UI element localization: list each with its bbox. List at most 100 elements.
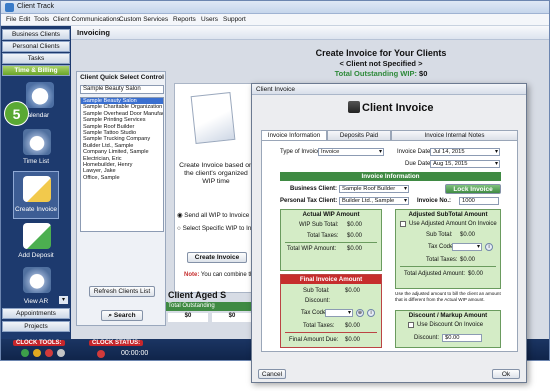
wip-divider [285,242,377,243]
step-number-badge: 5 [4,101,29,126]
due-date-field[interactable]: Aug 15, 2015 [430,160,500,168]
nav-tab-appointments[interactable]: Appointments [2,308,70,319]
adjusted-taxcode-select[interactable] [452,243,482,251]
clock-reset-icon[interactable] [57,349,65,357]
dialog-title-bar: Client Invoice [252,84,526,95]
use-adjusted-checkbox[interactable] [400,221,406,227]
discount-label: Discount: [414,335,440,341]
cancel-button[interactable]: Cancel [258,369,286,379]
client-search-input[interactable]: Sample Beauty Salon [80,85,164,94]
due-date-label: Due Date: [405,161,433,167]
create-invoice-button[interactable]: Create Invoice [187,252,247,263]
personal-tax-client-label: Personal Tax Client: [280,198,338,204]
invoice-date-field[interactable]: Jul 14, 2015 [430,148,500,156]
menu-client-communications[interactable]: Client Communications [53,16,120,23]
main-heading: Create Invoice for Your Clients [315,48,447,58]
adjusted-taxcode-info-icon[interactable]: i [485,243,493,251]
menu-file[interactable]: File [6,16,16,23]
menu-edit[interactable]: Edit [19,16,30,23]
menu-reports[interactable]: Reports [173,16,196,23]
option-send-all-wip[interactable]: ◉ Send all WIP to Invoice [177,212,249,219]
refresh-clients-button[interactable]: Refresh Clients List [89,286,155,297]
adjusted-taxcode-label: Tax Code: [428,244,456,250]
add-deposit-icon[interactable] [23,223,51,249]
time-list-clock-icon[interactable] [23,129,51,155]
menu-bar: File Edit Tools Client Communications Cu… [1,14,549,26]
client-quick-select-panel: Client Quick Select Control Sample Beaut… [76,71,166,326]
menu-support[interactable]: Support [223,16,246,23]
final-taxes-label: Total Taxes: [303,323,335,329]
nav-tab-tasks[interactable]: Tasks [2,53,70,64]
client-invoice-dialog: Client Invoice Client Invoice Invoice In… [251,83,527,383]
clock-start-icon[interactable] [21,349,29,357]
client-not-specified: < Client not Specified > [339,59,423,68]
use-discount-label: Use Discount On Invoice [417,322,484,328]
search-button[interactable]: ⌕ Search [101,310,143,321]
calendar-clock-icon[interactable] [26,82,54,108]
client-list[interactable]: Sample Beauty Salon Sample Charitable Or… [80,97,164,232]
business-client-label: Business Client: [290,186,338,192]
view-ar-icon[interactable] [23,267,51,293]
final-taxcode-link-icon[interactable]: ⊕ [356,309,364,317]
type-of-invoice-label: Type of Invoice: [280,149,323,155]
discount-title: Discount / Markup Amount [408,312,488,319]
use-adjusted-label: Use Adjusted Amount On Invoice [409,221,497,227]
menu-users[interactable]: Users [201,16,218,23]
final-subtotal-label: Sub Total: [303,288,330,294]
wip-total-value: $0.00 [347,246,363,252]
invoice-document-icon [190,92,236,144]
list-item[interactable]: Sample Charitable Organization [81,104,163,110]
option-send-all-wip-label: Send all WIP to Invoice [184,212,250,219]
nav-tab-personal-clients[interactable]: Personal Clients [2,41,70,52]
note-label: Note: [184,272,200,278]
nav-item-time-list[interactable]: Time List [1,158,71,165]
wip-taxes-value: $0.00 [347,233,363,239]
wip-taxes-label: Total Taxes: [307,233,339,239]
adjusted-title: Adjusted SubTotal Amount [408,211,488,218]
clock-pause-icon[interactable] [33,349,41,357]
lock-invoice-button[interactable]: Lock Invoice [445,184,501,194]
business-client-select[interactable]: Sample Roof Builder [339,185,409,193]
view-ar-dropdown-icon[interactable]: ▾ [59,296,68,304]
adjusted-subtotal-value: $0.00 [460,232,476,238]
clock-stop-icon[interactable] [45,349,53,357]
aged-value-2: $0 [212,313,252,322]
invoice-information-bar: Invoice Information [280,172,501,181]
app-icon [5,3,14,12]
menu-custom-services[interactable]: Custom Services [119,16,168,23]
outstanding-wip-value: $0 [419,69,428,78]
ok-button[interactable]: Ok [492,369,520,379]
adjusted-total-label: Total Adjusted Amount: [404,271,466,277]
list-item[interactable]: Office, Sample [81,175,163,181]
create-invoice-icon[interactable] [23,176,51,202]
type-of-invoice-select[interactable]: Invoice [318,148,384,156]
nav-item-add-deposit[interactable]: Add Deposit [1,252,71,259]
dialog-heading: Client Invoice [362,102,434,114]
menu-tools[interactable]: Tools [34,16,49,23]
nav-tab-projects[interactable]: Projects [2,321,70,332]
quick-select-title: Client Quick Select Control [80,74,164,81]
discount-field[interactable]: $0.00 [442,334,482,342]
final-due-label: Final Amount Due: [289,337,339,343]
outstanding-wip-row: Total Outstanding WIP: $0 [271,69,491,78]
page-title: Invoicing [77,28,110,37]
total-outstanding-header: Total Outstanding [166,302,252,311]
adjusted-subtotal-label: Sub Total: [426,232,453,238]
actual-wip-panel: Actual WIP Amount WIP Sub Total: $0.00 T… [280,209,382,271]
final-taxcode-info-icon[interactable]: i [367,309,375,317]
adjusted-note: Use the adjusted amount to bill the clie… [395,291,501,302]
clock-tools-label: CLOCK TOOLS: [13,340,65,346]
adjusted-taxes-label: Total Taxes: [426,257,458,263]
aged-title: Client Aged S [168,290,227,300]
invoice-number-field[interactable]: 1000 [459,197,499,205]
clock-status-label: CLOCK STATUS: [89,340,144,346]
nav-tab-business-clients[interactable]: Business Clients [2,29,70,40]
final-taxcode-select[interactable] [325,309,353,317]
nav-tab-time-billing[interactable]: Time & Billing [2,65,70,76]
final-divider [285,332,377,333]
nav-item-create-invoice[interactable]: Create Invoice [1,206,71,213]
search-button-label: Search [113,312,136,319]
use-discount-checkbox[interactable] [408,322,414,328]
personal-tax-client-select[interactable]: Builder Ltd., Sample [339,197,409,205]
adjusted-taxes-value: $0.00 [460,257,476,263]
